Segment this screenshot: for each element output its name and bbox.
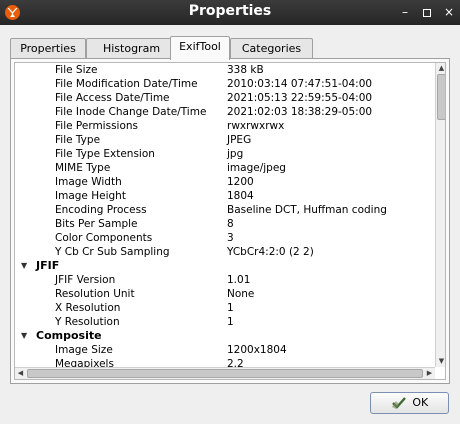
exif-tag-value: 1200x1804 xyxy=(227,344,287,356)
exif-tag-name: File Permissions xyxy=(55,120,139,132)
maximize-button[interactable] xyxy=(418,4,436,21)
exif-row[interactable]: Y Cb Cr Sub Sampling YCbCr4:2:0 (2 2) xyxy=(15,245,435,259)
horizontal-scroll-thumb[interactable] xyxy=(27,369,423,378)
minimize-icon: – xyxy=(402,5,408,19)
exif-tag-name: Y Resolution xyxy=(55,316,120,328)
exif-tag-name: Image Size xyxy=(55,344,113,356)
exif-tag-value: 1 xyxy=(227,316,234,328)
section-jfif[interactable]: ▼ JFIF xyxy=(15,259,435,273)
exif-tag-name: File Inode Change Date/Time xyxy=(55,106,207,118)
exif-tag-value: 338 kB xyxy=(227,64,264,76)
exif-tag-value: 2.2 xyxy=(227,358,244,367)
exif-tag-name: Resolution Unit xyxy=(55,288,135,300)
collapse-arrow-icon[interactable]: ▼ xyxy=(21,259,27,273)
exif-tag-name: File Size xyxy=(55,64,98,76)
window-title: Properties xyxy=(188,3,272,19)
exif-tag-name: X Resolution xyxy=(55,302,121,314)
exif-row[interactable]: Encoding Process Baseline DCT, Huffman co… xyxy=(15,203,435,217)
section-label: Composite xyxy=(36,329,102,342)
section-composite[interactable]: ▼ Composite xyxy=(15,329,435,343)
exif-tag-value: 2021:05:13 22:59:55-04:00 xyxy=(227,92,373,104)
horizontal-scrollbar[interactable]: ◀ ▶ xyxy=(15,367,435,379)
exif-row[interactable]: File Access Date/Time 2021:05:13 22:59:55… xyxy=(15,91,435,105)
exif-tag-name: Image Width xyxy=(55,176,122,188)
exif-row[interactable]: X Resolution 1 xyxy=(15,301,435,315)
exiftool-panel: File Size 338 kB File Modification Date/Ti… xyxy=(10,58,450,384)
exif-tag-value: None xyxy=(227,288,255,300)
exif-row[interactable]: Y Resolution 1 xyxy=(15,315,435,329)
exif-row[interactable]: Image Width 1200 xyxy=(15,175,435,189)
checkmark-icon xyxy=(391,397,406,409)
exif-tag-value: 8 xyxy=(227,218,234,230)
exif-row[interactable]: JFIF Version 1.01 xyxy=(15,273,435,287)
exif-tag-value: YCbCr4:2:0 (2 2) xyxy=(227,246,314,258)
exif-tag-name: File Type Extension xyxy=(55,148,155,160)
exif-tag-name: Bits Per Sample xyxy=(55,218,138,230)
close-icon: × xyxy=(443,5,455,19)
exif-tag-name: File Access Date/Time xyxy=(55,92,170,104)
vertical-scroll-thumb[interactable] xyxy=(437,74,445,120)
exif-tag-value: 3 xyxy=(227,232,234,244)
close-button[interactable]: × xyxy=(440,4,458,21)
exif-row[interactable]: Image Size 1200x1804 xyxy=(15,343,435,357)
tab-exiftool[interactable]: ExifTool xyxy=(170,36,230,60)
exif-row[interactable]: MIME Type image/jpeg xyxy=(15,161,435,175)
scroll-up-icon[interactable]: ▲ xyxy=(436,63,445,74)
exif-tag-value: 1804 xyxy=(227,190,254,202)
minimize-button[interactable]: – xyxy=(396,4,414,21)
tab-properties[interactable]: Properties xyxy=(10,38,86,59)
exif-tag-value: 2010:03:14 07:47:51-04:00 xyxy=(227,78,373,90)
exif-row[interactable]: Megapixels 2.2 xyxy=(15,357,435,367)
collapse-arrow-icon[interactable]: ▼ xyxy=(21,329,27,343)
ok-label: OK xyxy=(412,396,429,409)
exif-row[interactable]: File Permissions rwxrwxrwx xyxy=(15,119,435,133)
exif-row[interactable]: File Type Extension jpg xyxy=(15,147,435,161)
exif-tag-name: JFIF Version xyxy=(55,274,116,286)
exif-tag-name: Image Height xyxy=(55,190,126,202)
scroll-right-icon[interactable]: ▶ xyxy=(424,368,435,379)
exif-tag-value: 1 xyxy=(227,302,234,314)
exif-row[interactable]: Bits Per Sample 8 xyxy=(15,217,435,231)
exif-tag-name: Encoding Process xyxy=(55,204,147,216)
exif-tag-name: Megapixels xyxy=(55,358,114,367)
title-bar: Properties – × xyxy=(0,0,460,25)
exif-tag-value: JPEG xyxy=(227,134,252,146)
exif-tag-name: Color Components xyxy=(55,232,153,244)
tab-histogram[interactable]: Histogram xyxy=(86,38,177,59)
vertical-scrollbar[interactable]: ▲ ▼ xyxy=(435,63,445,367)
exif-row[interactable]: File Size 338 kB xyxy=(15,63,435,77)
exif-rows: File Size 338 kB File Modification Date/Ti… xyxy=(15,63,435,367)
scroll-down-icon[interactable]: ▼ xyxy=(436,356,445,367)
exif-tag-name: MIME Type xyxy=(55,162,111,174)
exif-tag-name: File Modification Date/Time xyxy=(55,78,198,90)
exif-row[interactable]: Image Height 1804 xyxy=(15,189,435,203)
tab-categories[interactable]: Categories xyxy=(230,38,313,59)
exif-row[interactable]: Color Components 3 xyxy=(15,231,435,245)
ok-button[interactable]: OK xyxy=(370,392,449,414)
exif-tag-value: 1200 xyxy=(227,176,254,188)
maximize-icon xyxy=(423,8,431,17)
scroll-left-icon[interactable]: ◀ xyxy=(15,368,26,379)
exif-tag-value: image/jpeg xyxy=(227,162,286,174)
exif-row[interactable]: File Inode Change Date/Time 2021:02:03 18… xyxy=(15,105,435,119)
exif-tag-value: rwxrwxrwx xyxy=(227,120,285,132)
exif-row[interactable]: File Modification Date/Time 2010:03:14 07… xyxy=(15,77,435,91)
exif-row[interactable]: Resolution Unit None xyxy=(15,287,435,301)
exif-tag-value: 2021:02:03 18:38:29-05:00 xyxy=(227,106,373,118)
exif-tag-name: File Type xyxy=(55,134,101,146)
exif-tree[interactable]: File Size 338 kB File Modification Date/Ti… xyxy=(14,62,446,380)
section-label: JFIF xyxy=(36,259,60,272)
exif-tag-value: Baseline DCT, Huffman coding xyxy=(227,204,387,216)
exif-tag-value: 1.01 xyxy=(227,274,251,286)
exif-tag-name: Y Cb Cr Sub Sampling xyxy=(55,246,170,258)
exif-tag-value: jpg xyxy=(227,148,244,160)
exif-row[interactable]: File Type JPEG xyxy=(15,133,435,147)
